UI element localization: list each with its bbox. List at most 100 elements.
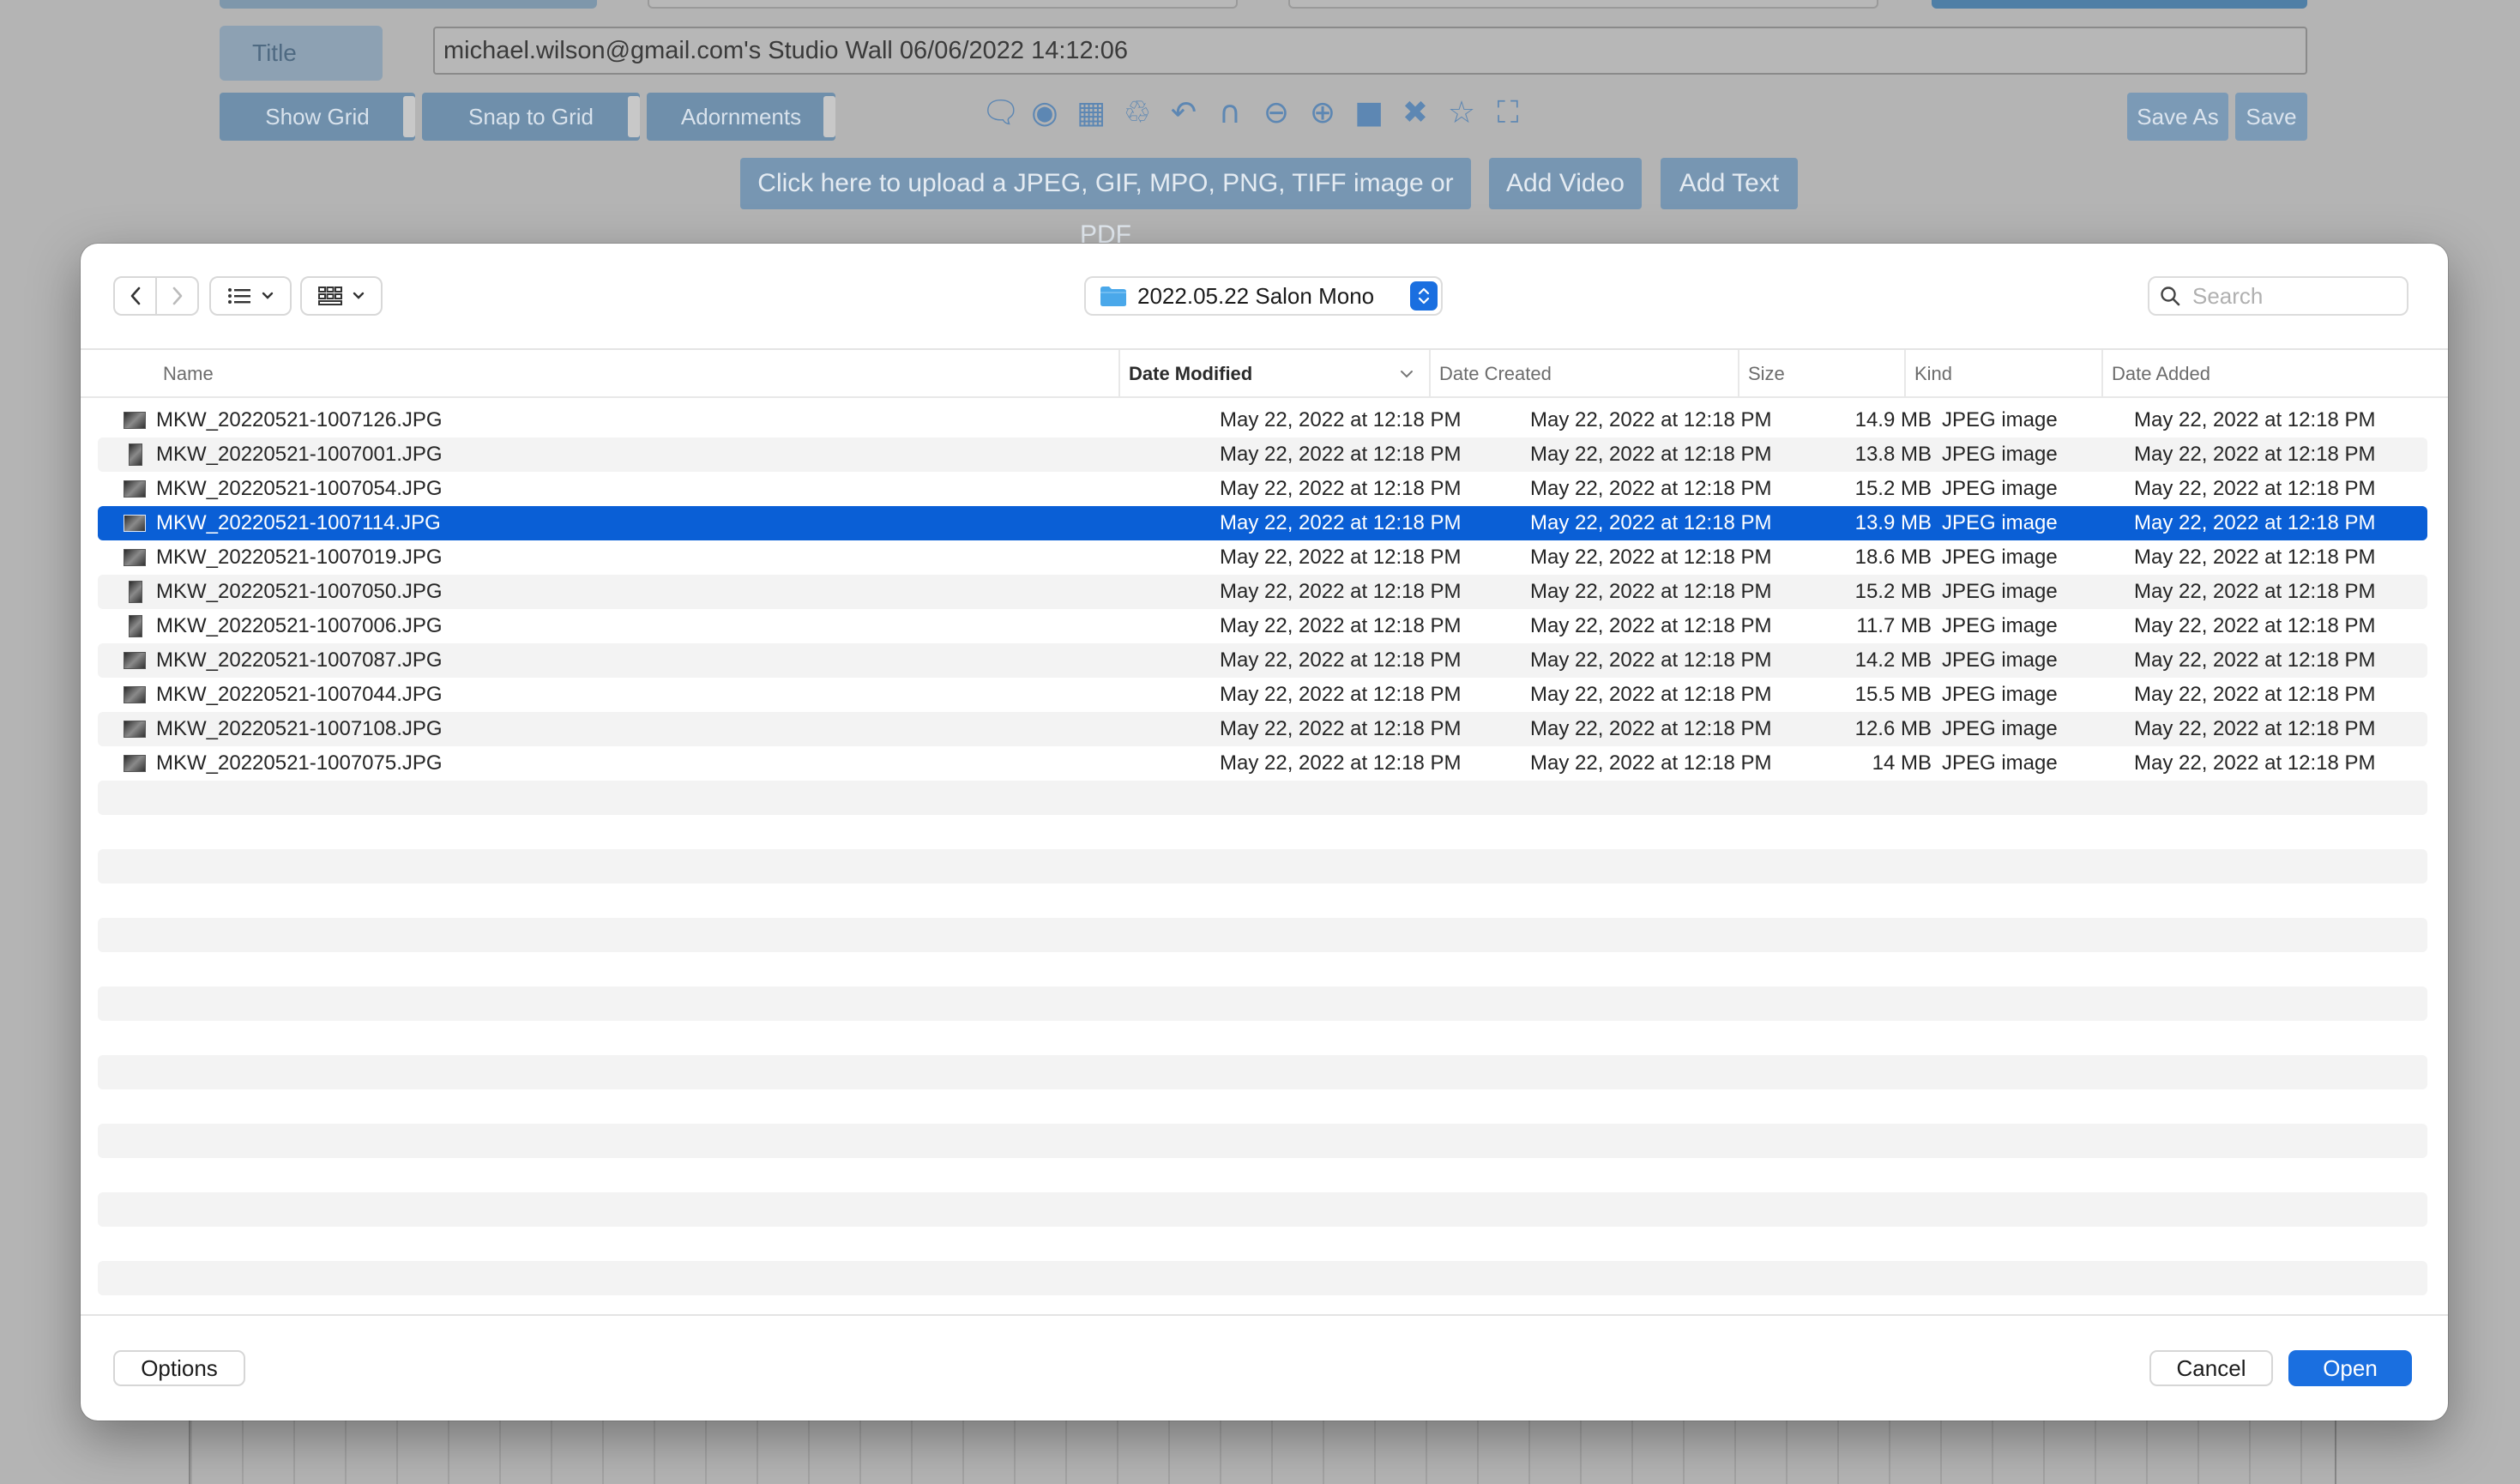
column-date-created[interactable]: Date Created (1429, 350, 1738, 398)
upload-image-button[interactable]: Click here to upload a JPEG, GIF, MPO, P… (740, 158, 1471, 249)
column-date-modified[interactable]: Date Modified (1118, 350, 1429, 398)
file-row[interactable]: MKW_20220521-1007108.JPG May 22, 2022 at … (98, 712, 2427, 746)
column-name[interactable]: Name (154, 350, 1204, 398)
undo-icon[interactable]: ↶ (1167, 96, 1201, 130)
top-field-stub (648, 0, 1238, 9)
file-row[interactable]: MKW_20220521-1007114.JPG May 22, 2022 at … (98, 506, 2427, 540)
trash-icon[interactable]: ♲ (1120, 96, 1154, 130)
image-thumbnail-icon (129, 581, 142, 603)
camera-icon[interactable]: ◉ (1028, 96, 1062, 130)
empty-row (98, 1055, 2427, 1089)
grid-icon (318, 287, 342, 305)
options-button[interactable]: Options (113, 1350, 245, 1386)
file-kind: JPEG image (1942, 648, 2058, 672)
group-view-button[interactable] (300, 276, 383, 316)
file-row[interactable]: MKW_20220521-1007019.JPG May 22, 2022 at … (98, 540, 2427, 575)
image-thumbnail-icon (124, 480, 146, 498)
file-row[interactable]: MKW_20220521-1007001.JPG May 22, 2022 at … (98, 437, 2427, 472)
save-button[interactable]: Save (2235, 93, 2307, 141)
file-name: MKW_20220521-1007006.JPG (156, 614, 443, 637)
file-row[interactable]: MKW_20220521-1007044.JPG May 22, 2022 at … (98, 678, 2427, 712)
column-size[interactable]: Size (1738, 350, 1904, 398)
location-label: 2022.05.22 Salon Mono (1137, 282, 1375, 309)
file-name: MKW_20220521-1007114.JPG (156, 511, 441, 534)
file-date-created: May 22, 2022 at 12:18 PM (1530, 648, 1772, 672)
image-thumbnail-icon (129, 615, 142, 637)
file-kind: JPEG image (1942, 751, 2058, 775)
file-date-created: May 22, 2022 at 12:18 PM (1530, 511, 1772, 534)
file-name: MKW_20220521-1007044.JPG (156, 683, 443, 706)
file-date-modified: May 22, 2022 at 12:18 PM (1220, 751, 1462, 775)
empty-row (98, 1261, 2427, 1295)
file-size: 11.7 MB (1856, 614, 1932, 637)
file-date-created: May 22, 2022 at 12:18 PM (1530, 751, 1772, 775)
file-row[interactable]: MKW_20220521-1007006.JPG May 22, 2022 at … (98, 609, 2427, 643)
arch-icon[interactable]: ∩ (1213, 96, 1247, 130)
empty-row (98, 986, 2427, 1021)
file-date-added: May 22, 2022 at 12:18 PM (2134, 546, 2376, 569)
file-row[interactable]: MKW_20220521-1007126.JPG May 22, 2022 at … (98, 403, 2427, 437)
fullscreen-icon[interactable]: ⛶ (1491, 96, 1525, 130)
file-open-dialog: 2022.05.22 Salon Mono Name Date Modified… (81, 244, 2448, 1421)
file-kind: JPEG image (1942, 408, 2058, 431)
chevron-down-icon (353, 292, 365, 299)
file-name: MKW_20220521-1007054.JPG (156, 477, 443, 500)
file-name: MKW_20220521-1007108.JPG (156, 717, 443, 740)
file-date-modified: May 22, 2022 at 12:18 PM (1220, 477, 1462, 500)
empty-list-area (98, 781, 2427, 1330)
file-kind: JPEG image (1942, 580, 2058, 603)
search-input[interactable] (2192, 282, 2381, 310)
back-button[interactable] (115, 278, 155, 314)
empty-row (98, 781, 2427, 815)
file-row[interactable]: MKW_20220521-1007075.JPG May 22, 2022 at … (98, 746, 2427, 781)
file-row[interactable]: MKW_20220521-1007054.JPG May 22, 2022 at … (98, 472, 2427, 506)
zoom-in-icon[interactable]: ⊕ (1305, 96, 1340, 130)
file-date-added: May 22, 2022 at 12:18 PM (2134, 648, 2376, 672)
add-video-button[interactable]: Add Video (1489, 158, 1642, 209)
search-field[interactable] (2148, 276, 2408, 316)
navigation-buttons (113, 276, 199, 316)
cancel-button[interactable]: Cancel (2149, 1350, 2273, 1386)
file-date-modified: May 22, 2022 at 12:18 PM (1220, 614, 1462, 637)
file-size: 14 MB (1872, 751, 1932, 775)
list-view-button[interactable] (209, 276, 292, 316)
open-button[interactable]: Open (2288, 1350, 2412, 1386)
save-as-button[interactable]: Save As (2127, 93, 2228, 141)
comment-icon[interactable]: 🗨 (981, 96, 1021, 130)
file-date-added: May 22, 2022 at 12:18 PM (2134, 580, 2376, 603)
top-field-stub (1288, 0, 1878, 9)
folder-icon (1100, 287, 1126, 306)
collapse-icon[interactable]: ✖ (1398, 96, 1432, 130)
file-kind: JPEG image (1942, 511, 2058, 534)
file-date-created: May 22, 2022 at 12:18 PM (1530, 443, 1772, 466)
file-date-modified: May 22, 2022 at 12:18 PM (1220, 511, 1462, 534)
file-date-created: May 22, 2022 at 12:18 PM (1530, 717, 1772, 740)
location-popup[interactable]: 2022.05.22 Salon Mono (1084, 276, 1443, 316)
zoom-out-icon[interactable]: ⊖ (1259, 96, 1293, 130)
chevron-down-icon (262, 292, 274, 299)
image-thumbnail-icon (124, 549, 146, 566)
grid-icon[interactable]: ▦ (1074, 96, 1108, 130)
column-date-added[interactable]: Date Added (2101, 350, 2448, 398)
file-size: 15.5 MB (1854, 683, 1932, 706)
square-icon[interactable]: ■ (1352, 96, 1386, 130)
file-row[interactable]: MKW_20220521-1007087.JPG May 22, 2022 at … (98, 643, 2427, 678)
empty-row (98, 1192, 2427, 1227)
column-kind[interactable]: Kind (1904, 350, 2101, 398)
star-icon[interactable]: ☆ (1444, 96, 1479, 130)
image-thumbnail-icon (124, 755, 146, 772)
column-date-modified-label: Date Modified (1129, 363, 1253, 384)
image-thumbnail-icon (124, 412, 146, 429)
file-date-added: May 22, 2022 at 12:18 PM (2134, 511, 2376, 534)
show-grid-toggle[interactable]: Show Grid (220, 93, 415, 141)
add-text-button[interactable]: Add Text (1661, 158, 1798, 209)
popup-stepper (1410, 281, 1438, 311)
file-date-modified: May 22, 2022 at 12:18 PM (1220, 580, 1462, 603)
forward-button[interactable] (155, 278, 197, 314)
file-row[interactable]: MKW_20220521-1007050.JPG May 22, 2022 at … (98, 575, 2427, 609)
snap-to-grid-toggle[interactable]: Snap to Grid (422, 93, 640, 141)
up-down-chevron-icon (1418, 287, 1430, 305)
image-thumbnail-icon (124, 652, 146, 669)
adornments-toggle[interactable]: Adornments (647, 93, 835, 141)
title-input[interactable]: michael.wilson@gmail.com's Studio Wall 0… (433, 27, 2307, 75)
